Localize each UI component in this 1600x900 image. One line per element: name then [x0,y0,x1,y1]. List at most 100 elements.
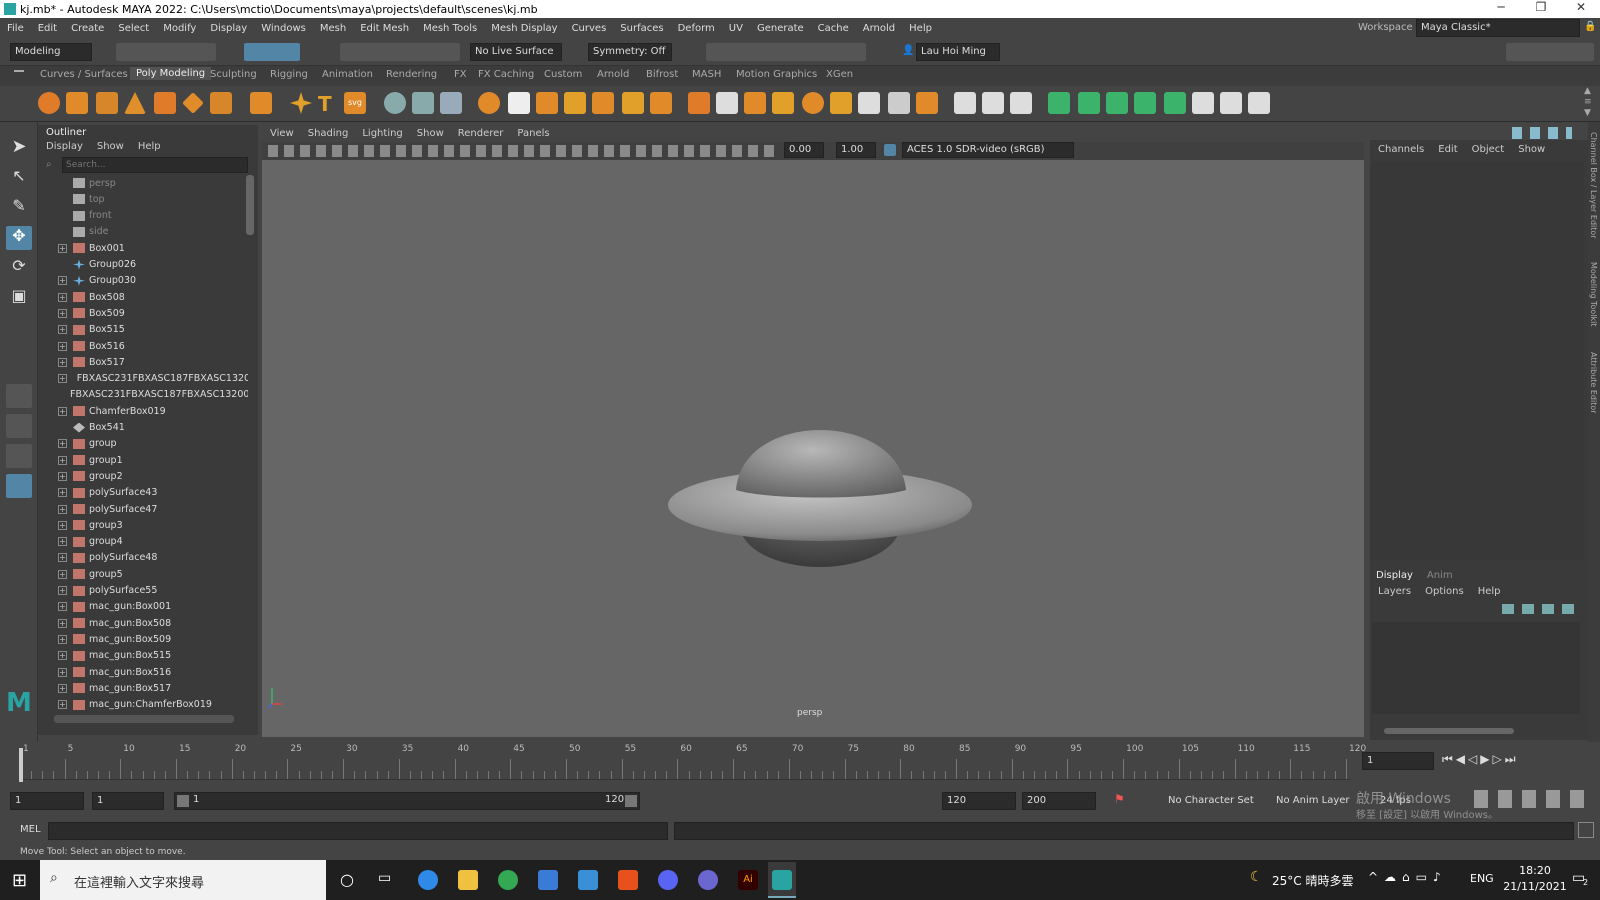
user-account-select[interactable]: Lau Hoi Ming [916,43,1000,61]
outliner-item[interactable]: top [38,191,243,207]
gamma-field[interactable]: 1.00 [836,142,876,158]
ufo-model[interactable] [668,430,972,567]
range-start-handle[interactable] [177,795,189,807]
uv-cut-icon[interactable] [1220,92,1242,114]
layer-hscrollbar[interactable] [1384,728,1514,734]
poly-disc-icon[interactable] [210,92,232,114]
input-language[interactable]: ENG [1470,872,1494,885]
channel-box-menu-channels[interactable]: Channels [1378,144,1424,155]
cut-faces-icon[interactable] [954,92,976,114]
extrude-icon[interactable] [508,92,530,114]
expand-toggle-icon[interactable]: + [58,553,67,563]
poly-cylinder-icon[interactable] [96,92,118,114]
outliner-menu-display[interactable]: Display [46,141,83,152]
shelf-tab-mash[interactable]: MASH [692,69,721,80]
outliner-item[interactable]: + ChamferBox019 [38,403,243,419]
discord-icon[interactable] [658,870,678,890]
playback-end-field[interactable]: 120 [942,792,1016,810]
collapse-icon[interactable] [858,92,880,114]
scene-end-field[interactable]: 200 [1022,792,1096,810]
platonic-solid-icon[interactable] [250,92,272,114]
shelf-tab-rendering[interactable]: Rendering [386,69,437,80]
super-shape-icon[interactable] [290,92,312,114]
outliner-layout-icon[interactable] [6,474,32,498]
script-language-label[interactable]: MEL [20,824,41,835]
range-slider[interactable]: 1 120 [174,792,640,810]
rotate-tool-icon[interactable]: ⟳ [6,256,32,280]
outliner-item[interactable]: + Box001 [38,240,243,256]
layer-menu-layers[interactable]: Layers [1378,586,1411,597]
target-weld-icon[interactable] [802,92,824,114]
insert-edge-loop-icon[interactable] [716,92,738,114]
reduce-icon[interactable] [650,92,672,114]
expand-toggle-icon[interactable]: + [58,341,67,351]
channel-box-menu-edit[interactable]: Edit [1438,144,1457,155]
expand-toggle-icon[interactable]: + [58,308,67,318]
weather-text[interactable]: 25°C 晴時多雲 [1272,872,1353,889]
outliner-item[interactable]: + group2 [38,468,243,484]
outliner-search-input[interactable] [62,157,248,173]
current-time-indicator[interactable] [19,748,23,782]
character-set-select[interactable]: No Character Set [1168,795,1254,806]
expand-toggle-icon[interactable]: + [58,292,67,302]
playback-start-field[interactable]: 1 [92,792,164,810]
offset-edge-loop-icon[interactable] [744,92,766,114]
expand-toggle-icon[interactable]: + [58,569,67,579]
poly-cone-icon[interactable] [124,92,146,114]
script-editor-icon[interactable] [1578,822,1594,838]
chrome-icon[interactable] [498,870,518,890]
maya-taskbar-icon[interactable] [772,870,792,890]
expand-toggle-icon[interactable]: + [58,700,67,710]
outliner-item[interactable]: + mac_gun:ChamferBox019 [38,697,243,713]
outliner-item[interactable]: FBXASC231FBXASC187FBXASC132003 [38,387,248,403]
outliner-item[interactable]: persp [38,175,243,191]
range-end-handle[interactable] [625,795,637,807]
automatic-map-icon[interactable] [1164,92,1186,114]
shelf-tab-sculpting[interactable]: Sculpting [210,69,257,80]
type-text-icon[interactable]: T [318,92,332,116]
viewport-menu-panels[interactable]: Panels [517,128,549,139]
outliner-item[interactable]: + polySurface55 [38,583,243,599]
outliner-vscrollbar[interactable] [246,175,254,235]
color-management-icon[interactable] [884,144,896,156]
outliner-item[interactable]: + group [38,436,243,452]
viewport-menu-renderer[interactable]: Renderer [458,128,504,139]
expand-toggle-icon[interactable]: + [58,683,67,693]
combine-icon[interactable] [384,92,406,114]
menu-item-mesh[interactable]: Mesh [313,23,353,34]
poly-sphere-icon[interactable] [38,92,60,114]
poly-plane-icon[interactable] [182,92,204,114]
menu-item-uv[interactable]: UV [722,23,750,34]
illustrator-icon[interactable]: Ai [738,870,758,890]
bevel-icon[interactable] [478,92,500,114]
scale-tool-icon[interactable]: ▣ [6,286,32,310]
outliner-item[interactable]: + group3 [38,517,243,533]
clock-time[interactable]: 18:20 [1510,864,1560,877]
single-perspective-layout-icon[interactable] [6,384,32,408]
shelf-tab-poly-modeling[interactable]: Poly Modeling [130,67,212,80]
cortana-icon[interactable]: ○ [340,870,354,889]
playback-option-icons[interactable] [1474,790,1588,808]
system-tray-icons[interactable]: ^☁⌂▭♪ [1368,870,1447,884]
menu-item-arnold[interactable]: Arnold [856,23,902,34]
edge-icon[interactable] [418,870,438,890]
auto-key-icon[interactable]: ⚑ [1114,792,1125,806]
windows-start-icon[interactable]: ⊞ [12,870,27,891]
menu-item-mesh-tools[interactable]: Mesh Tools [416,23,484,34]
expand-toggle-icon[interactable]: + [58,439,67,449]
menu-item-file[interactable]: File [0,23,31,34]
outliner-item[interactable]: + mac_gun:Box001 [38,599,243,615]
taskbar-search-box[interactable]: ⌕ 在這裡輸入文字來搜尋 [40,860,326,900]
menu-item-windows[interactable]: Windows [254,23,313,34]
outliner-item[interactable]: + Box508 [38,289,243,305]
shelf-tab-curves-surfaces[interactable]: Curves / Surfaces [40,69,128,80]
channel-box-header-icons[interactable] [1512,127,1572,139]
layer-tab-anim[interactable]: Anim [1427,570,1453,581]
expand-toggle-icon[interactable]: + [58,586,67,595]
outliner-item[interactable]: + mac_gun:Box515 [38,648,243,664]
flip-icon[interactable] [888,92,910,114]
viewport-menu-lighting[interactable]: Lighting [362,128,402,139]
menu-item-deform[interactable]: Deform [671,23,722,34]
persp-viewport[interactable]: persp [262,160,1364,737]
outliner-item[interactable]: + group1 [38,452,243,468]
